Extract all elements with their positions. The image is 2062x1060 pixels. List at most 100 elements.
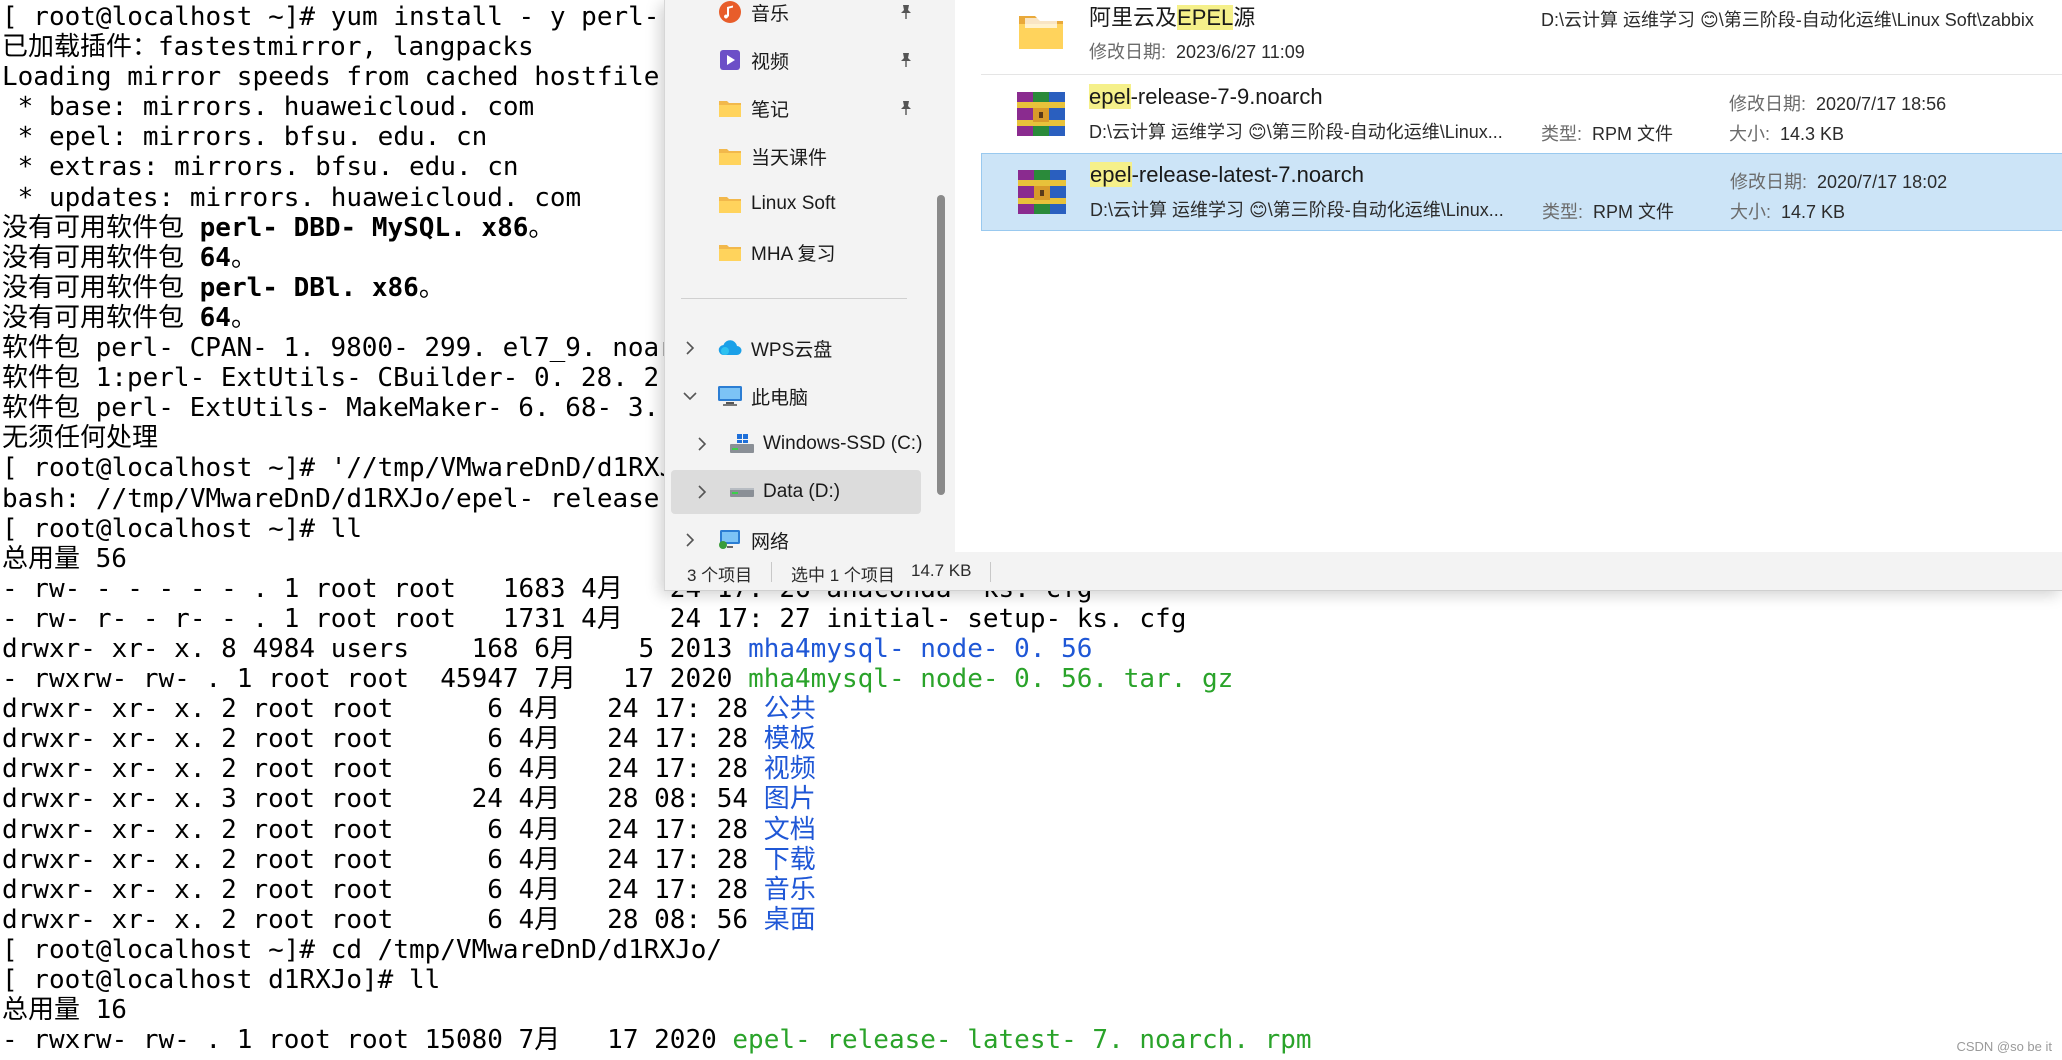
- terminal-text: perl- DBD- MySQL. x86: [199, 212, 529, 243]
- directory-name: 桌面: [763, 904, 816, 935]
- terminal-line: drwxr- xr- x. 2 root root 6 4月 24 17: 28…: [2, 815, 2062, 845]
- chevron-right-icon[interactable]: [691, 433, 713, 455]
- directory-name: 视频: [763, 754, 816, 785]
- terminal-text: 。: [230, 302, 257, 333]
- nav-label-mha: MHA 复习: [751, 243, 836, 265]
- watermark: CSDN @so be it: [1956, 1039, 2052, 1054]
- terminal-text: 无须任何处理: [2, 423, 159, 454]
- nav-divider: [681, 298, 907, 299]
- nav-item-wps-cloud[interactable]: WPS云盘: [671, 326, 921, 370]
- drive-icon: [729, 479, 755, 505]
- result-item-epel-release-latest-7[interactable]: epel-release-latest-7.noarch D:\云计算 运维学习…: [981, 153, 2062, 231]
- folder-icon: [717, 239, 743, 265]
- terminal-text: 软件包 perl- CPAN- 1. 9800- 299. el7_9. noa…: [2, 333, 774, 364]
- chevron-right-icon[interactable]: [679, 529, 701, 551]
- cloud-icon: [717, 335, 743, 361]
- terminal-text: [ root@localhost ~]# ll: [2, 513, 363, 544]
- terminal-text: drwxr- xr- x. 2 root root 6 4月 24 17: 28: [2, 724, 764, 755]
- terminal-text: [ root@localhost ~]# cd /tmp/VMwareDnD/d…: [2, 934, 723, 965]
- terminal-text: drwxr- xr- x. 2 root root 6 4月 24 17: 28: [2, 814, 764, 845]
- nav-item-this-pc[interactable]: 此电脑: [671, 374, 921, 418]
- result-name: 阿里云及EPEL源: [1089, 5, 1256, 30]
- terminal-text: 64: [199, 242, 231, 273]
- terminal-line: drwxr- xr- x. 2 root root 6 4月 24 17: 28…: [2, 724, 2062, 754]
- terminal-line: - rw- r- - r- - . 1 root root 1731 4月 24…: [2, 604, 2062, 634]
- file-size: 大小: 14.3 KB: [1729, 124, 1845, 144]
- file-type: 类型: RPM 文件: [1541, 124, 1674, 144]
- file-explorer-window: 音乐 视频 笔记 当天课件 Linux Soft MHA 复习 WPS云盘 此电…: [664, 0, 2062, 591]
- selection-size: 14.7 KB: [911, 561, 972, 580]
- network-icon: [717, 527, 743, 553]
- nav-item-video[interactable]: 视频: [671, 38, 921, 82]
- terminal-text: 没有可用软件包: [2, 302, 200, 333]
- chevron-down-icon[interactable]: [679, 385, 701, 407]
- terminal-text: 。: [528, 212, 555, 243]
- terminal-text: * extras: mirrors. bfsu. edu. cn: [2, 152, 519, 183]
- terminal-text: - rwxrw- rw- . 1 root root 45947 7月 17 2…: [2, 664, 749, 695]
- selection-count: 选中 1 个项目: [791, 566, 895, 585]
- terminal-text: 总用量 56: [2, 543, 127, 574]
- terminal-text: drwxr- xr- x. 2 root root 6 4月 24 17: 28: [2, 754, 764, 785]
- directory-name: 图片: [763, 784, 816, 815]
- nav-label-drive-d: Data (D:): [763, 481, 841, 502]
- nav-item-drive-c[interactable]: Windows-SSD (C:): [671, 422, 922, 466]
- nav-scrollbar-thumb[interactable]: [937, 195, 945, 495]
- nav-item-linux-soft[interactable]: Linux Soft: [671, 182, 921, 226]
- nav-label-video: 视频: [751, 51, 790, 73]
- terminal-text: [ root@localhost ~]# '//tmp/VMwareDnD/d1…: [2, 453, 707, 484]
- terminal-line: drwxr- xr- x. 2 root root 6 4月 24 17: 28…: [2, 694, 2062, 724]
- result-item-folder-aliyun-epel[interactable]: 阿里云及EPEL源 修改日期: 2023/6/27 11:09 D:\云计算 运维…: [981, 0, 2062, 70]
- nav-item-mha-review[interactable]: MHA 复习: [671, 230, 921, 274]
- terminal-text: drwxr- xr- x. 3 root root 24 4月 28 08: 5…: [2, 784, 764, 815]
- executable-file-name: mha4mysql- node- 0. 56. tar. gz: [748, 664, 1234, 695]
- terminal-text: bash: //tmp/VMwareDnD/d1RXJo/epel- relea…: [2, 483, 723, 514]
- pin-icon: [897, 51, 915, 69]
- terminal-line: drwxr- xr- x. 2 root root 6 4月 24 17: 28…: [2, 845, 2062, 875]
- pin-icon: [897, 3, 915, 21]
- nav-item-notes[interactable]: 笔记: [671, 86, 921, 130]
- terminal-line: drwxr- xr- x. 2 root root 6 4月 24 17: 28…: [2, 875, 2062, 905]
- terminal-line: [ root@localhost ~]# cd /tmp/VMwareDnD/d…: [2, 935, 2062, 965]
- winrar-archive-icon: [1018, 170, 1066, 214]
- terminal-text: 。: [418, 272, 445, 303]
- search-results-pane: 阿里云及EPEL源 修改日期: 2023/6/27 11:09 D:\云计算 运维…: [955, 0, 2062, 552]
- chevron-right-icon[interactable]: [691, 481, 713, 503]
- terminal-line: - rwxrw- rw- . 1 root root 45947 7月 17 2…: [2, 664, 2062, 694]
- result-item-epel-release-7-9[interactable]: epel-release-7-9.noarch D:\云计算 运维学习 😊\第三…: [981, 76, 2062, 154]
- nav-label-this-pc: 此电脑: [751, 387, 809, 409]
- terminal-text: 没有可用软件包: [2, 272, 200, 303]
- nav-label-music: 音乐: [751, 3, 790, 25]
- terminal-text: perl- DBl. x86: [199, 272, 419, 303]
- result-name: epel-release-latest-7.noarch: [1090, 162, 1364, 187]
- modified-date: 修改日期: 2020/7/17 18:02: [1730, 172, 1948, 192]
- terminal-text: * epel: mirrors. bfsu. edu. cn: [2, 122, 488, 153]
- folder-location: D:\云计算 运维学习 😊\第三阶段-自动化运维\Linux Soft\zabb…: [1541, 10, 2034, 30]
- folder-icon: [717, 95, 743, 121]
- status-divider: [990, 562, 991, 582]
- chevron-right-icon[interactable]: [679, 337, 701, 359]
- result-path: D:\云计算 运维学习 😊\第三阶段-自动化运维\Linux...: [1089, 122, 1503, 142]
- music-icon: [717, 0, 743, 25]
- video-icon: [717, 47, 743, 73]
- windows-drive-icon: [729, 431, 755, 457]
- folder-icon: [717, 191, 743, 217]
- navigation-pane: 音乐 视频 笔记 当天课件 Linux Soft MHA 复习 WPS云盘 此电…: [665, 0, 929, 553]
- nav-item-today-courseware[interactable]: 当天课件: [671, 134, 921, 178]
- directory-name: 模板: [763, 724, 816, 755]
- terminal-text: 没有可用软件包: [2, 242, 200, 273]
- terminal-text: - rw- r- - r- - . 1 root root 1731 4月 24…: [2, 603, 1187, 634]
- directory-name: 公共: [763, 694, 816, 725]
- terminal-line: - rwxrw- rw- . 1 root root 15080 7月 17 2…: [2, 1025, 2062, 1055]
- terminal-text: drwxr- xr- x. 2 root root 6 4月 24 17: 28: [2, 844, 764, 875]
- terminal-text: 总用量 16: [2, 995, 127, 1026]
- row-divider: [981, 74, 2062, 75]
- nav-item-music[interactable]: 音乐: [671, 0, 921, 34]
- terminal-text: drwxr- xr- x. 2 root root 6 4月 24 17: 28: [2, 874, 764, 905]
- terminal-line: 总用量 16: [2, 995, 2062, 1025]
- terminal-line: drwxr- xr- x. 2 root root 6 4月 28 08: 56…: [2, 905, 2062, 935]
- terminal-line: drwxr- xr- x. 3 root root 24 4月 28 08: 5…: [2, 784, 2062, 814]
- terminal-text: * updates: mirrors. huaweicloud. com: [2, 182, 582, 213]
- nav-item-drive-d[interactable]: Data (D:): [671, 470, 921, 514]
- nav-label-wps: WPS云盘: [751, 339, 833, 361]
- directory-name: 文档: [763, 814, 816, 845]
